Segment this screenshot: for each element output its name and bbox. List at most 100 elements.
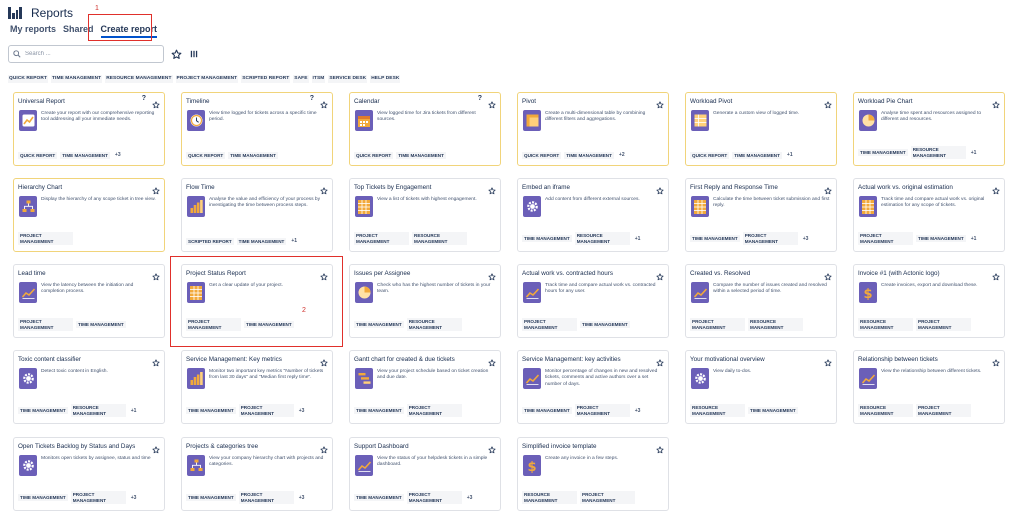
favorite-star-icon[interactable] <box>824 96 832 109</box>
card-tag[interactable]: TIME MANAGEMENT <box>732 151 782 159</box>
more-tags-count[interactable]: +2 <box>617 152 627 158</box>
favorite-star-icon[interactable] <box>992 182 1000 195</box>
favorite-star-icon[interactable] <box>152 268 160 281</box>
more-tags-count[interactable]: +3 <box>113 152 123 158</box>
report-card-hierarchy-chart[interactable]: Hierarchy Chart Display the hierarchy of … <box>13 178 165 252</box>
card-tag[interactable]: TIME MANAGEMENT <box>186 406 236 415</box>
report-card-pivot[interactable]: Pivot Create a multi-dimensional table by… <box>517 92 669 166</box>
card-tag[interactable]: PROJECT MANAGEMENT <box>916 318 971 331</box>
card-tag[interactable]: TIME MANAGEMENT <box>76 320 126 329</box>
help-icon[interactable]: ? <box>142 95 146 102</box>
favorite-star-icon[interactable] <box>320 354 328 367</box>
more-tags-count[interactable]: +1 <box>969 150 979 156</box>
report-card-your-motivational-overview[interactable]: Your motivational overview View daily to-… <box>685 350 837 424</box>
report-card-top-tickets-by-engagement[interactable]: Top Tickets by Engagement View a list of … <box>349 178 501 252</box>
card-tag[interactable]: RESOURCE MANAGEMENT <box>522 491 577 504</box>
card-tag[interactable]: PROJECT MANAGEMENT <box>18 318 73 331</box>
favorite-star-icon[interactable] <box>824 182 832 195</box>
report-card-service-management-key-metrics[interactable]: Service Management: Key metrics Monitor t… <box>181 350 333 424</box>
favorites-star-icon[interactable] <box>170 48 182 60</box>
favorite-star-icon[interactable] <box>656 441 664 454</box>
favorite-star-icon[interactable] <box>320 182 328 195</box>
favorite-star-icon[interactable] <box>152 182 160 195</box>
card-tag[interactable]: TIME MANAGEMENT <box>228 151 278 159</box>
favorite-star-icon[interactable] <box>656 182 664 195</box>
card-tag[interactable]: TIME MANAGEMENT <box>522 234 572 243</box>
favorite-star-icon[interactable] <box>320 96 328 109</box>
card-tag[interactable]: TIME MANAGEMENT <box>748 406 798 415</box>
report-card-service-management-key-activities[interactable]: Service Management: key activities Monito… <box>517 350 669 424</box>
filter-chip-resource-management[interactable]: RESOURCE MANAGEMENT <box>105 75 173 83</box>
card-tag[interactable]: RESOURCE MANAGEMENT <box>412 232 467 245</box>
help-icon[interactable]: ? <box>478 95 482 102</box>
card-tag[interactable]: PROJECT MANAGEMENT <box>406 404 462 417</box>
card-tag[interactable]: TIME MANAGEMENT <box>236 237 287 245</box>
filter-chip-service-desk[interactable]: SERVICE DESK <box>328 75 368 83</box>
card-tag[interactable]: RESOURCE MANAGEMENT <box>748 318 803 331</box>
card-tag[interactable]: TIME MANAGEMENT <box>186 493 236 502</box>
card-tag[interactable]: TIME MANAGEMENT <box>522 406 572 415</box>
card-tag[interactable]: TIME MANAGEMENT <box>690 234 740 243</box>
card-tag[interactable]: PROJECT MANAGEMENT <box>238 404 294 417</box>
report-card-embed-an-iframe[interactable]: Embed an iframe Add content from differen… <box>517 178 669 252</box>
favorite-star-icon[interactable] <box>488 96 496 109</box>
more-tags-count[interactable]: +1 <box>969 236 979 242</box>
favorite-star-icon[interactable] <box>320 441 328 454</box>
card-tag[interactable]: RESOURCE MANAGEMENT <box>70 404 126 417</box>
report-card-open-tickets-backlog-by-status-and-days[interactable]: Open Tickets Backlog by Status and Days M… <box>13 437 165 511</box>
card-tag[interactable]: RESOURCE MANAGEMENT <box>858 318 913 331</box>
card-tag[interactable]: PROJECT MANAGEMENT <box>858 232 913 245</box>
card-tag[interactable]: RESOURCE MANAGEMENT <box>910 146 966 159</box>
card-tag[interactable]: RESOURCE MANAGEMENT <box>690 404 745 417</box>
more-tags-count[interactable]: +1 <box>785 152 795 158</box>
filter-chip-project-management[interactable]: PROJECT MANAGEMENT <box>175 75 239 83</box>
favorite-star-icon[interactable] <box>992 354 1000 367</box>
card-tag[interactable]: PROJECT MANAGEMENT <box>18 232 73 245</box>
card-tag[interactable]: PROJECT MANAGEMENT <box>580 491 635 504</box>
filter-chip-time-management[interactable]: TIME MANAGEMENT <box>50 75 103 83</box>
favorite-star-icon[interactable] <box>656 354 664 367</box>
card-tag[interactable]: QUICK REPORT <box>522 151 562 159</box>
more-tags-count[interactable]: +3 <box>633 408 643 414</box>
report-card-workload-pie-chart[interactable]: Workload Pie Chart Analyse time spent and… <box>853 92 1005 166</box>
report-card-projects-categories-tree[interactable]: Projects & categories tree View your comp… <box>181 437 333 511</box>
report-card-support-dashboard[interactable]: Support Dashboard View the status of your… <box>349 437 501 511</box>
card-tag[interactable]: PROJECT MANAGEMENT <box>406 491 462 504</box>
report-card-gantt-chart-for-created-due-tickets[interactable]: Gantt chart for created & due tickets Vie… <box>349 350 501 424</box>
help-icon[interactable]: ? <box>310 95 314 102</box>
card-tag[interactable]: TIME MANAGEMENT <box>916 234 966 243</box>
more-tags-count[interactable]: +3 <box>129 495 139 501</box>
favorite-star-icon[interactable] <box>488 441 496 454</box>
report-card-actual-work-vs-contracted-hours[interactable]: Actual work vs. contracted hours Track ti… <box>517 264 669 338</box>
card-tag[interactable]: TIME MANAGEMENT <box>354 320 404 329</box>
card-tag[interactable]: TIME MANAGEMENT <box>354 406 404 415</box>
report-card-first-reply-and-response-time[interactable]: First Reply and Response Time Calculate t… <box>685 178 837 252</box>
favorite-star-icon[interactable] <box>152 441 160 454</box>
favorite-star-icon[interactable] <box>824 354 832 367</box>
card-tag[interactable]: PROJECT MANAGEMENT <box>742 232 798 245</box>
card-tag[interactable]: TIME MANAGEMENT <box>564 151 614 159</box>
card-tag[interactable]: TIME MANAGEMENT <box>354 493 404 502</box>
report-card-workload-pivot[interactable]: Workload Pivot Generate a custom view of … <box>685 92 837 166</box>
card-tag[interactable]: TIME MANAGEMENT <box>396 151 446 159</box>
card-tag[interactable]: QUICK REPORT <box>354 151 394 159</box>
report-card-lead-time[interactable]: Lead time View the latency between the in… <box>13 264 165 338</box>
card-tag[interactable]: QUICK REPORT <box>186 151 226 159</box>
card-tag[interactable]: TIME MANAGEMENT <box>580 320 630 329</box>
card-tag[interactable]: TIME MANAGEMENT <box>18 406 68 415</box>
card-tag[interactable]: PROJECT MANAGEMENT <box>70 491 126 504</box>
card-tag[interactable]: PROJECT MANAGEMENT <box>916 404 971 417</box>
filter-chip-safe[interactable]: SAFE <box>293 75 309 83</box>
filter-chip-quick-report[interactable]: QUICK REPORT <box>8 75 48 83</box>
favorite-star-icon[interactable] <box>488 268 496 281</box>
report-card-toxic-content-classifier[interactable]: Toxic content classifier Detect toxic con… <box>13 350 165 424</box>
card-tag[interactable]: SCRIPTED REPORT <box>186 237 234 245</box>
filter-chip-help-desk[interactable]: HELP DESK <box>370 75 401 83</box>
report-card-simplified-invoice-template[interactable]: Simplified invoice template $ Create any i… <box>517 437 669 511</box>
filter-chip-scripted-report[interactable]: SCRIPTED REPORT <box>241 75 291 83</box>
more-tags-count[interactable]: +3 <box>801 236 811 242</box>
report-card-invoice-1-with-actonic-logo[interactable]: Invoice #1 (with Actonic logo) $ Create in… <box>853 264 1005 338</box>
filter-chip-itsm[interactable]: ITSM <box>311 75 326 83</box>
card-tag[interactable]: QUICK REPORT <box>690 151 730 159</box>
more-tags-count[interactable]: +3 <box>465 495 475 501</box>
